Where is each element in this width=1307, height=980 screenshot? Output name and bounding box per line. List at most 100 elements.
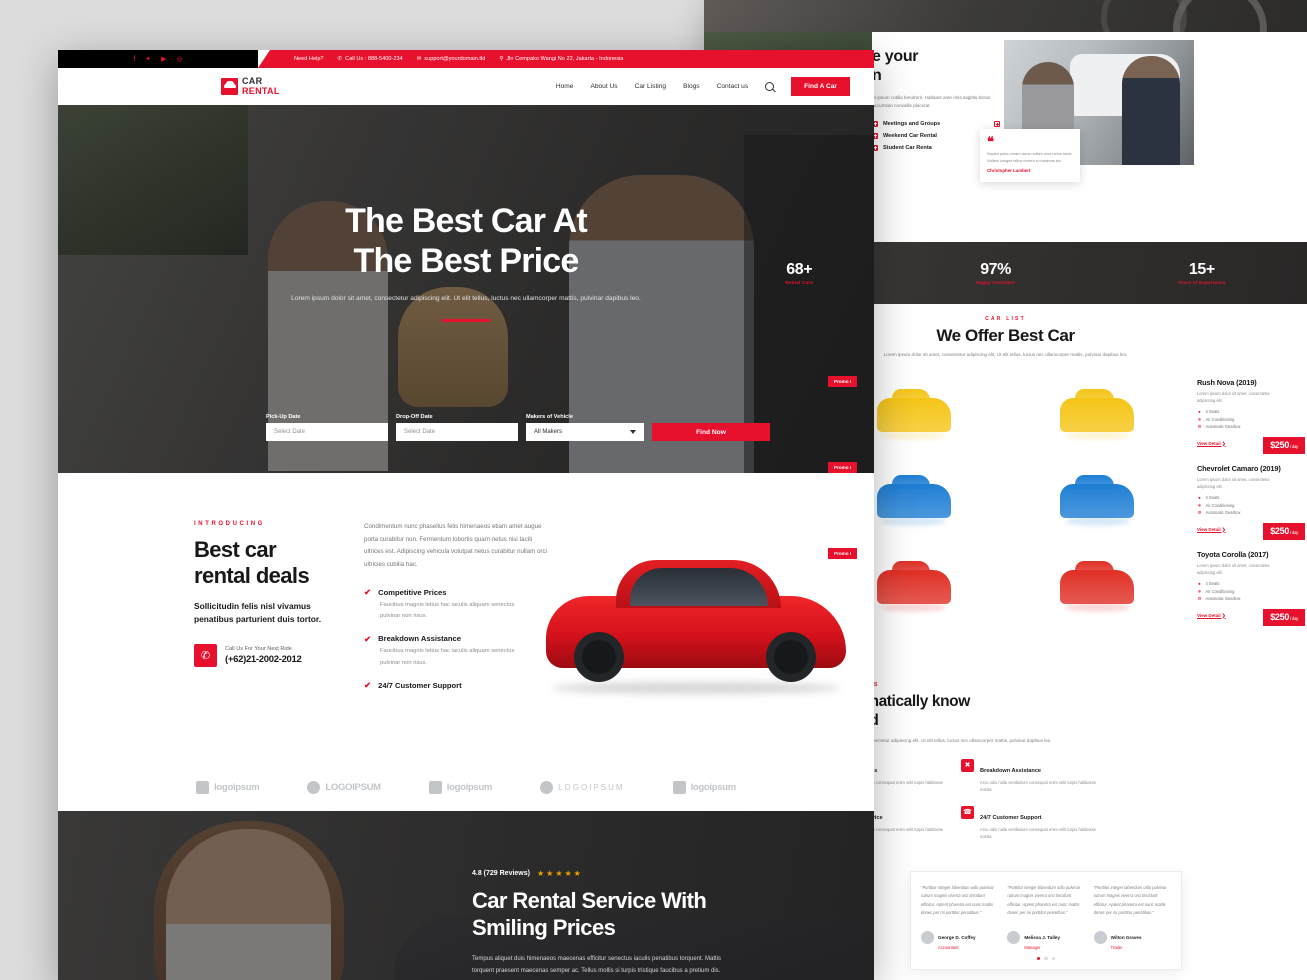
call-us-block[interactable]: ✆ Call Us For Your Next Ride (+62)21-200… bbox=[194, 644, 340, 668]
nav-item-car-listing[interactable]: Car Listing bbox=[635, 83, 667, 90]
logo-mark-icon bbox=[672, 780, 686, 794]
intro-feature-heading: ✔ 24/7 Customer Support bbox=[364, 681, 550, 690]
hero-title-line1: The Best Car At bbox=[345, 202, 588, 240]
car-logo-icon bbox=[221, 78, 238, 95]
car-spec-label: Automatic Gearbox bbox=[1205, 424, 1241, 430]
testimonial-quote: "Porttitor integer bibendum odio pulvina… bbox=[1093, 885, 1167, 916]
view-detail-link[interactable]: View Detail ❯ bbox=[1197, 441, 1226, 447]
hero-section: The Best Car At The Best Price Lorem ips… bbox=[58, 105, 874, 473]
nav-item-home[interactable]: Home bbox=[556, 83, 574, 90]
view-detail-link[interactable]: View Detail ❯ bbox=[1197, 527, 1226, 533]
twitter-icon[interactable]: ✦ bbox=[145, 55, 151, 63]
carousel-dot[interactable] bbox=[1044, 956, 1048, 960]
promo-badge: Promo ! bbox=[828, 547, 858, 559]
pickup-date-input[interactable]: Select Date bbox=[266, 423, 388, 441]
dropoff-date-input[interactable]: Select Date bbox=[396, 423, 518, 441]
car-card[interactable]: Rush Nova (2019) Lorem ipsum dolor sit am… bbox=[1006, 372, 1307, 458]
hero-title-line2: The Best Price bbox=[353, 242, 579, 281]
intro-red-car-image bbox=[546, 529, 846, 694]
car-spec: ⚙Automatic Gearbox bbox=[1197, 596, 1307, 601]
gearbox-icon: ⚙ bbox=[1197, 510, 1202, 516]
youtube-icon[interactable]: ▶ bbox=[161, 55, 166, 63]
check-icon: ✔ bbox=[364, 633, 372, 644]
dropoff-date-field: Drop-Off Date Select Date bbox=[396, 414, 518, 441]
rating-text: 4.8 (729 Reviews) bbox=[472, 870, 530, 877]
intro-section: INTRODUCING Best car rental deals Sollic… bbox=[58, 473, 874, 763]
find-now-button[interactable]: Find Now bbox=[652, 423, 770, 441]
service-hero-section: 4.8 (729 Reviews) ★★★★★ Car Rental Servi… bbox=[58, 811, 874, 980]
phone-icon: ✆ bbox=[337, 56, 343, 62]
car-price: $250 / day bbox=[1263, 608, 1305, 626]
nav-links: Home About Us Car Listing Blogs Contact … bbox=[556, 77, 850, 96]
car-spec: ● 4 Seats bbox=[1197, 581, 1307, 586]
accordion-item[interactable]: Meetings and Groups bbox=[872, 120, 1000, 127]
stat-item: 97% Happy Customer bbox=[976, 261, 1016, 285]
testimonial-name: George D. Coffey bbox=[938, 934, 976, 940]
ac-icon: ❄ bbox=[1197, 502, 1202, 508]
gearbox-icon: ⚙ bbox=[1197, 424, 1202, 430]
car-spec-label: Automatic Gearbox bbox=[1205, 596, 1241, 602]
partner-logo: logoipsum bbox=[428, 780, 492, 794]
testimonial-author: George D. Coffey Accountant bbox=[921, 926, 998, 950]
testimonial-quote: "Porttitor integer bibendum odio pulvina… bbox=[1007, 885, 1081, 916]
instagram-icon[interactable]: ◎ bbox=[177, 55, 183, 63]
phone-contact[interactable]: ✆ Call Us : 888-5400-234 bbox=[338, 56, 403, 62]
about-quote-card: ❝ Sapien porta ornare lacus nullam urna … bbox=[980, 129, 1080, 182]
intro-title-line2: rental deals bbox=[194, 562, 310, 588]
car-windshield bbox=[630, 568, 768, 606]
why-title: We automatically know your need bbox=[808, 693, 1298, 730]
stat-label: Years of Experience bbox=[1178, 280, 1226, 285]
about-title: e your n bbox=[872, 48, 1000, 86]
car-price-unit: / day bbox=[1289, 530, 1298, 536]
car-spec-label: Automatic Gearbox bbox=[1205, 510, 1241, 516]
nav-item-about-us[interactable]: About Us bbox=[590, 83, 617, 90]
car-spec-label: Air Conditioning bbox=[1205, 502, 1235, 508]
logo[interactable]: CAR RENTAL bbox=[221, 77, 280, 96]
avatar bbox=[1093, 931, 1107, 945]
stat-label: Happy Customer bbox=[975, 280, 1016, 285]
makers-field: Makers of Vehicle All Makers bbox=[526, 414, 644, 441]
partner-logo-name: logoipsum bbox=[690, 781, 737, 793]
carousel-dot-active[interactable] bbox=[1036, 956, 1041, 960]
view-detail-link[interactable]: View Detail ❯ bbox=[1197, 613, 1226, 619]
testimonial-role: Manager bbox=[1024, 944, 1041, 950]
makers-selected-value: All Makers bbox=[534, 429, 563, 435]
need-help-text: Need Help? bbox=[294, 56, 324, 62]
check-icon: ✔ bbox=[364, 680, 372, 691]
hero-title: The Best Car At The Best Price bbox=[58, 201, 874, 281]
intro-left-column: INTRODUCING Best car rental deals Sollic… bbox=[194, 521, 340, 690]
intro-subtitle: Sollicitudin felis nisl vivamus penatibu… bbox=[194, 601, 322, 625]
car-price-unit: / day bbox=[1289, 444, 1298, 450]
carousel-dots[interactable] bbox=[911, 956, 1181, 960]
why-feature-desc: Arcu odio nulla vestibulum consequat eni… bbox=[980, 779, 1097, 793]
car-spec: ⚙Automatic Gearbox bbox=[1197, 424, 1307, 429]
social-links: f ✦ ▶ ◎ bbox=[58, 50, 258, 68]
logo-mark-icon bbox=[196, 780, 210, 794]
car-card[interactable]: Chevrolet Camaro (2019) Lorem ipsum dolor… bbox=[1006, 458, 1307, 544]
find-a-car-button[interactable]: Find A Car bbox=[791, 77, 850, 96]
hero-subtitle: Lorem ipsum dolor sit amet, consectetur … bbox=[291, 295, 641, 303]
search-icon[interactable] bbox=[765, 82, 775, 91]
intro-feature-heading: ✔ Breakdown Assistance bbox=[364, 634, 550, 643]
screenshot-stage: e your n re ipsum cotilia hendrerit. Hab… bbox=[0, 0, 1307, 980]
logo-line2: RENTAL bbox=[242, 86, 280, 96]
car-card-info: Rush Nova (2019) Lorem ipsum dolor sit am… bbox=[1189, 372, 1307, 458]
email-contact[interactable]: ✉ support@yourdomain.tld bbox=[417, 56, 486, 62]
location-pin-icon: ⚲ bbox=[499, 56, 504, 62]
contact-strip: Need Help? ✆ Call Us : 888-5400-234 ✉ su… bbox=[258, 50, 874, 68]
car-card[interactable]: Toyota Corolla (2017) Lorem ipsum dolor s… bbox=[1006, 544, 1307, 630]
promo-badge: Promo ! bbox=[828, 461, 858, 473]
car-photo-shape bbox=[1060, 474, 1135, 518]
nav-item-blogs[interactable]: Blogs bbox=[683, 83, 700, 90]
car-price: $250 / day bbox=[1263, 436, 1305, 454]
avatar bbox=[1007, 931, 1021, 945]
car-card-info: Toyota Corolla (2017) Lorem ipsum dolor s… bbox=[1189, 544, 1307, 630]
carousel-dot[interactable] bbox=[1051, 956, 1056, 960]
nav-item-contact-us[interactable]: Contact us bbox=[717, 83, 749, 90]
makers-select[interactable]: All Makers bbox=[526, 423, 644, 441]
logo-mark-icon bbox=[307, 780, 321, 794]
quote-text: Sapien porta ornare lacus nullam urna ne… bbox=[987, 152, 1073, 164]
facebook-icon[interactable]: f bbox=[133, 56, 135, 63]
partner-logo-name: LOGOIPSUM bbox=[558, 782, 625, 792]
intro-paragraph: Condimentum nunc phasellus felis himenae… bbox=[364, 523, 547, 569]
